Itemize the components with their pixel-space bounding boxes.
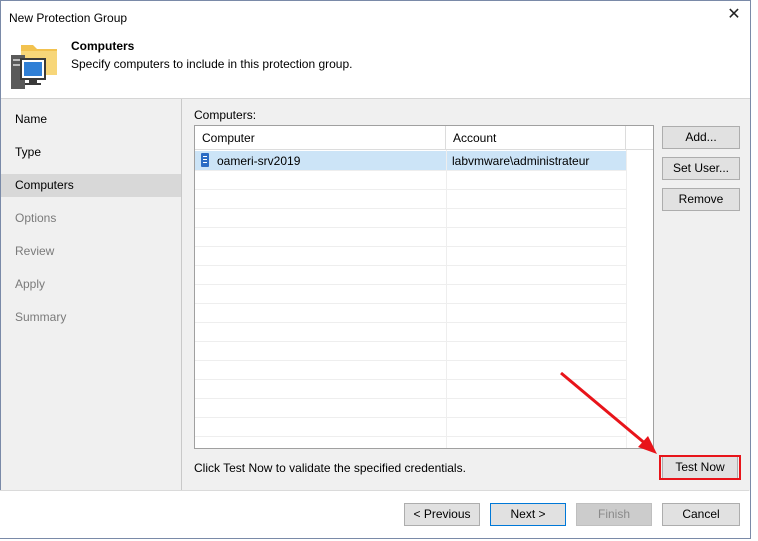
sidebar-item-review: Review xyxy=(15,244,55,258)
computer-folder-icon xyxy=(11,45,57,89)
sidebar-item-summary: Summary xyxy=(15,310,67,324)
empty-row xyxy=(195,284,626,304)
cancel-button[interactable]: Cancel xyxy=(662,503,740,526)
empty-row xyxy=(195,398,626,418)
validation-hint: Click Test Now to validate the specified… xyxy=(194,461,466,475)
account-cell: labvmware\administrateur xyxy=(452,154,590,168)
empty-row xyxy=(195,341,626,361)
column-header-filler xyxy=(626,126,653,150)
set-user-button[interactable]: Set User... xyxy=(662,157,740,180)
empty-row xyxy=(195,208,626,228)
window-title: New Protection Group xyxy=(9,11,128,25)
empty-row xyxy=(195,227,626,247)
sidebar-item-type[interactable]: Type xyxy=(1,141,181,164)
next-button[interactable]: Next > xyxy=(490,503,566,526)
empty-row xyxy=(195,360,626,380)
sidebar-item-apply: Apply xyxy=(15,277,46,291)
sidebar-item-computers[interactable]: Computers xyxy=(1,174,181,197)
close-icon[interactable]: ✕ xyxy=(726,7,742,23)
computers-label: Computers: xyxy=(194,108,257,122)
empty-row xyxy=(195,322,626,342)
empty-row xyxy=(195,265,626,285)
remove-button[interactable]: Remove xyxy=(662,188,740,211)
finish-button: Finish xyxy=(576,503,652,526)
test-now-highlight-box xyxy=(659,455,741,480)
column-divider xyxy=(626,150,627,448)
sidebar-item-name[interactable]: Name xyxy=(1,108,181,131)
previous-button[interactable]: < Previous xyxy=(404,503,480,526)
empty-row xyxy=(195,189,626,209)
header-title: Computers xyxy=(71,39,135,53)
computers-list[interactable]: Computer Account oameri-srv2019 labvmwar… xyxy=(194,125,654,449)
header-subtitle: Specify computers to include in this pro… xyxy=(71,57,353,71)
empty-row xyxy=(195,170,626,190)
sidebar-item-options: Options xyxy=(15,211,57,225)
background-window-peek xyxy=(752,0,758,541)
wizard-steps-sidebar: Name Type Computers Options Review Apply… xyxy=(1,99,181,491)
empty-row xyxy=(195,379,626,399)
table-row[interactable]: oameri-srv2019 labvmware\administrateur xyxy=(195,151,626,171)
add-button[interactable]: Add... xyxy=(662,126,740,149)
empty-row xyxy=(195,417,626,437)
title-bar: New Protection Group ✕ xyxy=(1,1,750,31)
empty-row xyxy=(195,246,626,266)
column-divider xyxy=(446,150,447,448)
server-icon xyxy=(201,153,209,167)
wizard-header: Computers Specify computers to include i… xyxy=(1,31,750,99)
computer-name-cell: oameri-srv2019 xyxy=(217,154,301,168)
column-header-account[interactable]: Account xyxy=(446,126,626,150)
empty-row xyxy=(195,303,626,323)
column-header-computer[interactable]: Computer xyxy=(195,126,446,150)
